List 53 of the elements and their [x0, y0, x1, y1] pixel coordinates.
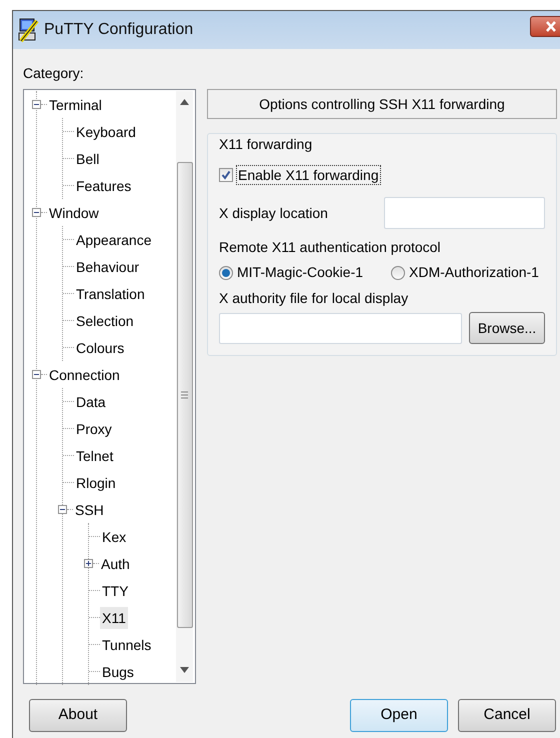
- collapse-icon[interactable]: [32, 208, 41, 217]
- protocol-label: Remote X11 authentication protocol: [219, 238, 442, 256]
- input-field[interactable]: [219, 312, 462, 344]
- cancel-button[interactable]: Cancel: [458, 699, 556, 732]
- collapse-icon[interactable]: [32, 100, 41, 109]
- panel-header: Options controlling SSH X11 forwarding: [207, 89, 557, 119]
- window-title: PuTTY Configuration: [44, 20, 194, 40]
- close-icon: [545, 21, 557, 32]
- group-title: X11 forwarding: [219, 135, 312, 153]
- radio-button[interactable]: [219, 266, 233, 280]
- input-field[interactable]: [384, 197, 545, 229]
- tree-item[interactable]: Bugs: [100, 660, 136, 682]
- up-arrow-icon[interactable]: [180, 99, 189, 105]
- tree-item[interactable]: Keyboard: [74, 120, 138, 142]
- category-tree[interactable]: Terminal Keyboard Bell Features Window Appearance Behaviour Translation Selection Colours Connection Data Proxy Telnet Rlogin SSH Kex Auth TTY X11 Tunnels Bugs: [23, 89, 196, 684]
- tree-item[interactable]: Kex: [100, 526, 128, 548]
- checkbox[interactable]: [219, 168, 233, 182]
- grip-icon: [181, 391, 188, 399]
- field-label: X authority file for local display: [219, 289, 410, 307]
- expand-icon[interactable]: [84, 559, 93, 568]
- tree-item[interactable]: TTY: [100, 580, 130, 602]
- radio-label[interactable]: XDM-Authorization-1: [409, 262, 539, 283]
- down-arrow-icon[interactable]: [180, 667, 189, 673]
- tree-item[interactable]: Behaviour: [74, 256, 142, 278]
- checkbox-label[interactable]: Enable X11 forwarding: [237, 166, 380, 184]
- tree-item[interactable]: Translation: [74, 282, 147, 304]
- radio-button[interactable]: [391, 266, 406, 280]
- collapse-icon[interactable]: [58, 505, 67, 514]
- tree-item[interactable]: Connection: [47, 364, 122, 386]
- tree-item[interactable]: X11: [100, 606, 128, 628]
- tree-item[interactable]: Appearance: [74, 228, 154, 250]
- tree-item[interactable]: Terminal: [47, 94, 104, 116]
- tree-item[interactable]: Auth: [99, 552, 132, 574]
- about-button[interactable]: About: [29, 699, 127, 732]
- collapse-icon[interactable]: [32, 370, 41, 379]
- tree-item[interactable]: Tunnels: [100, 634, 154, 656]
- radio-label[interactable]: MIT-Magic-Cookie-1: [237, 262, 364, 283]
- tree-item[interactable]: Bell: [74, 148, 102, 170]
- tree-item[interactable]: Rlogin: [74, 472, 118, 494]
- computer-icon: [17, 17, 41, 43]
- tree-item[interactable]: Colours: [74, 336, 126, 358]
- tree-item[interactable]: Features: [74, 174, 134, 196]
- browse-button[interactable]: Browse...: [469, 312, 545, 344]
- open-button[interactable]: Open: [350, 699, 448, 732]
- tree-item[interactable]: Selection: [74, 310, 136, 332]
- field-label: X display location: [219, 204, 328, 223]
- tree-item[interactable]: Data: [74, 390, 108, 412]
- tree-item[interactable]: SSH: [73, 498, 106, 520]
- tree-item[interactable]: Telnet: [74, 444, 116, 466]
- tree-item[interactable]: Proxy: [74, 418, 114, 440]
- tree-item[interactable]: Window: [47, 202, 101, 224]
- category-label: Category:: [23, 64, 85, 83]
- check-icon: [221, 170, 231, 180]
